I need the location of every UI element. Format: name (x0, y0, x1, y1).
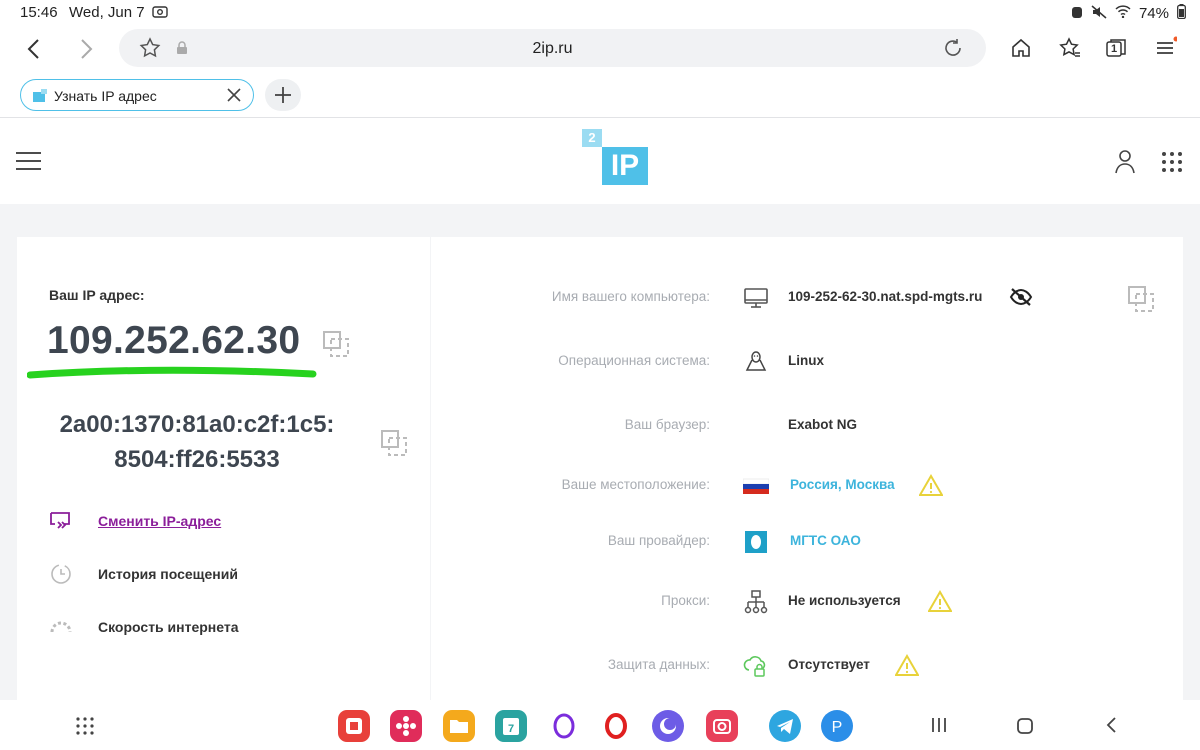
ipv4-address[interactable]: 109.252.62.30 (47, 319, 300, 363)
notes-app-icon[interactable] (338, 710, 370, 742)
copy-ipv6-icon[interactable] (380, 429, 408, 457)
back-button[interactable] (22, 36, 48, 62)
apps-grid-icon[interactable] (1161, 151, 1183, 178)
recent-apps-icon[interactable] (930, 716, 948, 739)
info-key: Ваш провайдер: (607, 533, 710, 548)
menu-change-ip-label: Сменить IP-адрес (98, 513, 222, 529)
p-app-icon[interactable]: P (821, 710, 853, 742)
info-value-browser: Exabot NG (788, 417, 858, 432)
gallery-app-icon[interactable] (390, 710, 422, 742)
battery-level: 74% (1138, 5, 1169, 22)
ipv6-line-2: 8504:ff26:5533 (114, 446, 280, 473)
info-row-proxy: Прокси: Не используется (431, 587, 1183, 617)
back-nav-icon[interactable] (1104, 716, 1120, 739)
warning-icon[interactable] (894, 654, 920, 676)
copy-ipv4-icon[interactable] (322, 330, 350, 358)
forward-button[interactable] (72, 36, 98, 62)
speedometer-icon (49, 615, 73, 639)
ipv6-line-1: 2a00:1370:81a0:c2f:1c5: (59, 411, 335, 438)
info-value-proxy: Не используется (788, 593, 901, 608)
opera-app-icon[interactable] (600, 710, 632, 742)
info-row-os: Операционная система: Linux (431, 347, 1183, 377)
info-key: Операционная система: (558, 353, 710, 368)
warning-icon[interactable] (918, 474, 944, 496)
provider-logo-icon (743, 529, 769, 555)
warning-icon[interactable] (927, 590, 953, 612)
info-row-provider: Ваш провайдер: МГТС ОАО (431, 527, 1183, 557)
home-icon[interactable] (1009, 36, 1033, 60)
svg-text:P: P (832, 719, 843, 736)
info-value-location[interactable]: Россия, Москва (790, 477, 895, 492)
android-taskbar: 7 P (0, 700, 1200, 750)
site-header: 2 IP (0, 118, 1200, 204)
user-icon[interactable] (1113, 148, 1137, 179)
bookmarks-icon[interactable] (1058, 36, 1082, 60)
files-app-icon[interactable] (443, 710, 475, 742)
ip-panel: Ваш IP адрес: 109.252.62.30 2a00:1370:81… (17, 237, 430, 700)
green-underline-marker (27, 366, 317, 379)
menu-speed-label: Скорость интернета (98, 619, 239, 635)
alarm-icon (1071, 5, 1083, 23)
opera-gx-app-icon[interactable] (548, 710, 580, 742)
ipv6-address[interactable]: 2a00:1370:81a0:c2f:1c5: 8504:ff26:5533 (17, 407, 377, 477)
status-date: Wed, Jun 7 (69, 4, 145, 21)
tab-active[interactable]: Узнать IP адрес (20, 79, 254, 111)
svg-text:7: 7 (508, 723, 514, 735)
info-row-hostname: Имя вашего компьютера: 109-252-62-30.nat… (431, 283, 1183, 313)
wifi-icon (1115, 5, 1131, 22)
telegram-app-icon[interactable] (769, 710, 801, 742)
mute-icon (1091, 4, 1107, 23)
favicon-icon (33, 89, 47, 102)
menu-icon[interactable] (1153, 36, 1179, 60)
status-time: 15:46 (20, 4, 58, 21)
hide-eye-icon[interactable] (1009, 287, 1033, 312)
cloud-lock-icon (743, 653, 769, 679)
browser-toolbar: 2ip.ru 1 (0, 26, 1200, 72)
info-value-data-protection: Отсутствует (788, 657, 870, 672)
hamburger-icon[interactable] (16, 150, 42, 177)
tab-count: 1 (1111, 43, 1118, 55)
info-row-data-protection: Защита данных: Отсутствует (431, 651, 1183, 681)
russia-flag-icon (742, 473, 770, 499)
reload-icon[interactable] (942, 37, 964, 64)
ip-label: Ваш IP адрес: (49, 287, 145, 303)
info-value-provider[interactable]: МГТС ОАО (790, 533, 861, 548)
tabs-icon[interactable]: 1 (1104, 36, 1128, 60)
calendar-app-icon[interactable]: 7 (495, 710, 527, 742)
logo-badge: 2 (582, 129, 602, 147)
info-key: Ваше местоположение: (561, 477, 710, 492)
info-value-os: Linux (788, 353, 824, 368)
samsung-internet-app-icon[interactable] (652, 710, 684, 742)
logo-text: IP (602, 147, 648, 185)
address-bar[interactable]: 2ip.ru (119, 29, 986, 67)
info-key: Прокси: (661, 593, 710, 608)
close-tab-icon[interactable] (225, 86, 243, 109)
home-nav-icon[interactable] (1016, 717, 1034, 740)
info-key: Защита данных: (607, 657, 710, 672)
camera-app-icon[interactable] (706, 710, 738, 742)
network-icon (743, 589, 769, 615)
tab-title: Узнать IP адрес (54, 88, 157, 104)
status-bar: 15:46 Wed, Jun 7 74% (0, 0, 1200, 26)
change-ip-icon (49, 509, 73, 533)
new-tab-button[interactable] (265, 79, 301, 111)
app-drawer-icon[interactable] (75, 716, 95, 741)
info-panel: Имя вашего компьютера: 109-252-62-30.nat… (431, 237, 1183, 700)
screenshot-icon (152, 5, 168, 23)
info-row-location: Ваше местоположение: Россия, Москва (431, 471, 1183, 501)
site-logo[interactable]: 2 IP (582, 129, 650, 187)
info-key: Ваш браузер: (624, 417, 710, 432)
battery-icon (1177, 4, 1186, 23)
info-row-browser: Ваш браузер: Exabot NG (431, 411, 1183, 441)
info-key: Имя вашего компьютера: (551, 289, 710, 304)
url-text: 2ip.ru (532, 40, 573, 57)
menu-history-label: История посещений (98, 566, 238, 582)
info-value-hostname: 109-252-62-30.nat.spd-mgts.ru (788, 289, 983, 304)
computer-icon (743, 285, 769, 311)
tab-strip: Узнать IP адрес (0, 72, 1200, 118)
linux-icon (743, 349, 769, 375)
history-icon (49, 562, 73, 586)
